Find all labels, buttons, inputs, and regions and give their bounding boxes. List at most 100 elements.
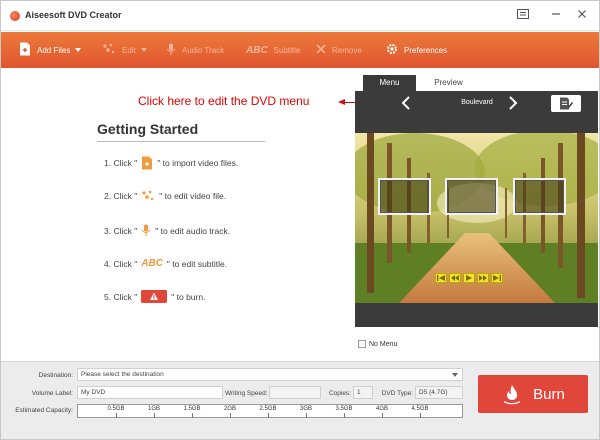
import-file-icon: [141, 156, 153, 170]
title-divider: [97, 141, 265, 142]
chevron-down-icon[interactable]: [140, 48, 147, 52]
step-suffix: " to edit subtitle.: [166, 258, 228, 269]
copies-label: Copies:: [328, 390, 351, 397]
edit-button[interactable]: Edit: [102, 32, 147, 68]
burn-flame-icon: [504, 385, 521, 405]
edit-label: Edit: [122, 45, 136, 55]
capacity-tick-label: 3.5GB: [335, 406, 353, 412]
edit-menu-callout: Click here to edit the DVD menu: [138, 94, 310, 108]
add-files-button[interactable]: Add Files: [19, 32, 82, 68]
capacity-tick: [154, 413, 155, 418]
volume-label-label: Volume Label:: [31, 390, 73, 397]
remove-label: Remove: [332, 45, 362, 55]
tab-preview[interactable]: Preview: [416, 75, 481, 91]
step-prefix: 5. Click ": [104, 291, 138, 302]
step-burn: 5. Click " " to burn.: [104, 290, 205, 303]
microphone-icon: [141, 224, 151, 237]
fast-forward-icon[interactable]: [477, 273, 489, 283]
dvd-type-select[interactable]: D5 (4.7G): [415, 386, 463, 399]
output-settings-panel: Destination: Please select the destinati…: [1, 361, 599, 439]
skip-back-icon[interactable]: [435, 273, 447, 283]
capacity-tick-label: 1GB: [147, 406, 161, 412]
capacity-tick: [192, 413, 193, 418]
capacity-meter: 0.5GB 1GB 1.5GB 2GB 2.5GB 3GB 3.5GB 4GB …: [77, 404, 463, 418]
no-menu-option[interactable]: No Menu: [358, 340, 397, 348]
capacity-tick: [306, 413, 307, 418]
edit-effects-icon: [102, 43, 116, 57]
app-window: Aiseesoft DVD Creator Add Files Edit Aud…: [0, 0, 600, 440]
template-name: Boulevard: [461, 99, 493, 106]
play-icon[interactable]: [463, 273, 475, 283]
chevron-down-icon[interactable]: [75, 48, 82, 52]
audio-track-button[interactable]: Audio Track: [166, 32, 224, 68]
burn-flame-icon: [141, 290, 168, 303]
menu-playback-controls: [435, 273, 503, 283]
burn-label: Burn: [533, 385, 565, 403]
gear-icon: [386, 43, 398, 57]
app-logo-icon: [10, 11, 20, 21]
step-suffix: " to edit audio track.: [155, 225, 231, 236]
writing-speed-select[interactable]: [269, 386, 321, 399]
minimize-icon[interactable]: [549, 9, 563, 23]
chapter-thumbnail-1[interactable]: [378, 178, 431, 215]
skip-forward-icon[interactable]: [491, 273, 503, 283]
subtitle-abc-icon: ABC: [141, 258, 163, 269]
template-navigator: Boulevard: [355, 91, 598, 117]
step-edit: 2. Click " " to edit video file.: [104, 190, 226, 202]
destination-label: Destination:: [38, 372, 73, 379]
step-suffix: " to edit video file.: [159, 191, 227, 201]
capacity-tick: [344, 413, 345, 418]
step-audio: 3. Click " " to edit audio track.: [104, 224, 230, 237]
capacity-tick-label: 4.5GB: [411, 406, 429, 412]
dvd-type-label: DVD Type:: [381, 390, 413, 397]
getting-started-panel: Getting Started 1. Click " " to import v…: [1, 68, 355, 361]
capacity-tick-label: 3GB: [299, 406, 313, 412]
main-toolbar: Add Files Edit Audio Track ABC Subtitle …: [1, 32, 599, 68]
callout-arrowhead: [338, 99, 345, 105]
add-file-icon: [19, 42, 31, 58]
step-prefix: 2. Click ": [104, 191, 138, 201]
capacity-tick: [230, 413, 231, 418]
subtitle-button[interactable]: ABC Subtitle: [246, 32, 300, 68]
capacity-tick-label: 2.5GB: [259, 406, 277, 412]
step-suffix: " to import video files.: [157, 158, 239, 168]
step-import: 1. Click " " to import video files.: [104, 156, 238, 170]
volume-label-input[interactable]: My DVD: [77, 386, 223, 399]
remove-x-icon: [316, 44, 326, 56]
capacity-tick-label: 1.5GB: [183, 406, 201, 412]
tab-menu[interactable]: Menu: [363, 75, 416, 91]
step-suffix: " to burn.: [171, 291, 206, 302]
copies-stepper[interactable]: 1: [353, 386, 373, 399]
chapter-thumbnail-2[interactable]: [445, 178, 498, 215]
preferences-button[interactable]: Preferences: [386, 32, 447, 68]
destination-select[interactable]: Please select the destination: [77, 368, 463, 381]
no-menu-label: No Menu: [369, 340, 398, 348]
capacity-tick: [382, 413, 383, 418]
capacity-tick: [116, 413, 117, 418]
audio-track-label: Audio Track: [182, 45, 225, 55]
chevron-right-icon[interactable]: [508, 95, 518, 116]
step-prefix: 3. Click ": [104, 225, 138, 236]
window-title: Aiseesoft DVD Creator: [25, 10, 122, 20]
step-prefix: 4. Click ": [104, 258, 138, 269]
chapter-thumbnail-3[interactable]: [513, 178, 566, 215]
capacity-tick-label: 2GB: [223, 406, 237, 412]
getting-started-title: Getting Started: [97, 121, 199, 137]
close-icon[interactable]: [575, 9, 589, 23]
rewind-icon[interactable]: [449, 273, 461, 283]
edit-menu-button[interactable]: [551, 95, 581, 112]
capacity-tick-label: 4GB: [375, 406, 389, 412]
edit-effects-icon: [141, 190, 155, 202]
burn-button[interactable]: Burn: [478, 375, 588, 413]
microphone-icon: [166, 43, 176, 58]
no-menu-checkbox[interactable]: [358, 340, 366, 348]
destination-placeholder: Please select the destination: [81, 371, 164, 378]
step-prefix: 1. Click ": [104, 158, 138, 168]
remove-button[interactable]: Remove: [316, 32, 362, 68]
feedback-menu-icon[interactable]: [516, 9, 530, 23]
capacity-tick: [420, 413, 421, 418]
capacity-tick-label: 0.5GB: [107, 406, 125, 412]
chevron-left-icon[interactable]: [401, 95, 411, 116]
menu-preview-panel: Boulevard: [355, 91, 598, 327]
subtitle-abc-icon: ABC: [246, 44, 268, 56]
